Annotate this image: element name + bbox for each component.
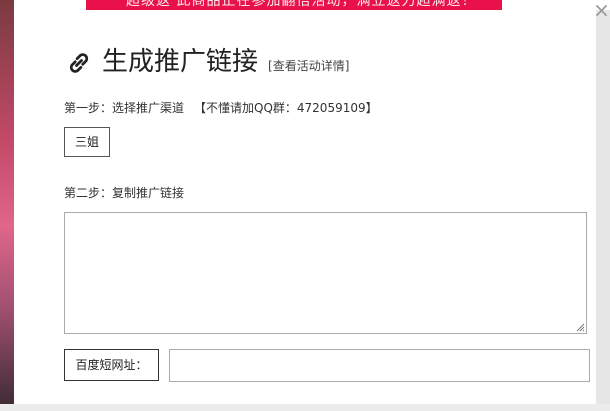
dialog-header: 生成推广链接 [查看活动详情] bbox=[64, 42, 349, 78]
link-icon bbox=[69, 53, 89, 73]
dialog-title: 生成推广链接 bbox=[102, 47, 259, 77]
background-page-bottom bbox=[0, 404, 610, 411]
step1-label: 第一步：选择推广渠道 bbox=[64, 101, 185, 115]
background-product-image bbox=[0, 0, 14, 411]
promo-banner-text: 超级返 此商品正在参加翻倍活动，满立返力超满返！ bbox=[126, 0, 477, 9]
step2-label: 第二步：复制推广链接 bbox=[64, 186, 185, 200]
short-url-input[interactable] bbox=[169, 349, 590, 382]
background-page-right bbox=[596, 10, 610, 411]
activity-details-link[interactable]: [查看活动详情] bbox=[268, 57, 349, 74]
generate-link-dialog: 生成推广链接 [查看活动详情] 第一步：选择推广渠道 【不懂请加QQ群：47205… bbox=[14, 10, 596, 404]
baidu-short-url-label: 百度短网址： bbox=[64, 349, 159, 381]
channel-option-button[interactable]: 三姐 bbox=[64, 127, 110, 157]
step1-row: 第一步：选择推广渠道 【不懂请加QQ群：472059109】 bbox=[64, 99, 378, 116]
promotion-link-textarea[interactable] bbox=[64, 212, 587, 334]
qq-group-note: 【不懂请加QQ群：472059109】 bbox=[194, 101, 378, 115]
background-promo-banner: 超级返 此商品正在参加翻倍活动，满立返力超满返！ bbox=[86, 0, 502, 10]
